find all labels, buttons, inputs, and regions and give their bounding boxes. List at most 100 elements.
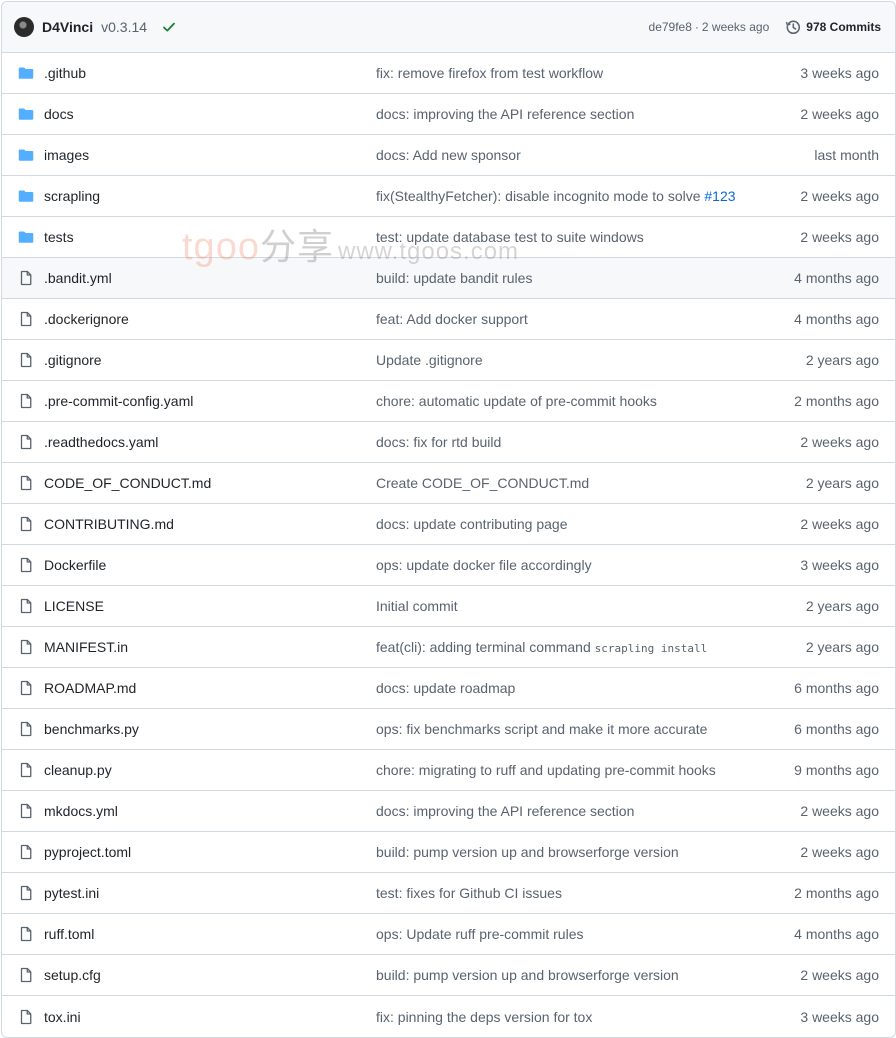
file-row[interactable]: Dockerfile ops: update docker file accord…: [2, 545, 895, 586]
commit-age[interactable]: 6 months ago: [794, 721, 879, 737]
commit-message-link[interactable]: ops: Update ruff pre-commit rules: [376, 926, 794, 942]
commit-message-link[interactable]: chore: migrating to ruff and updating pr…: [376, 762, 794, 778]
file-row[interactable]: CODE_OF_CONDUCT.md Create CODE_OF_CONDUCT…: [2, 463, 895, 504]
file-name-link[interactable]: CONTRIBUTING.md: [44, 516, 376, 532]
commit-age[interactable]: 2 months ago: [794, 885, 879, 901]
commit-age[interactable]: 2 years ago: [806, 639, 879, 655]
commit-message-link[interactable]: build: pump version up and browserforge …: [376, 967, 800, 983]
file-name-link[interactable]: .bandit.yml: [44, 270, 376, 286]
commit-message-link[interactable]: docs: update contributing page: [376, 516, 800, 532]
commit-age[interactable]: 2 weeks ago: [800, 188, 879, 204]
commit-message-link[interactable]: docs: improving the API reference sectio…: [376, 106, 800, 122]
commit-message-link[interactable]: fix: pinning the deps version for tox: [376, 1009, 800, 1025]
commit-message-link[interactable]: fix: remove firefox from test workflow: [376, 65, 800, 81]
commit-message-link[interactable]: Initial commit: [376, 598, 806, 614]
file-name-link[interactable]: scrapling: [44, 188, 376, 204]
file-name-link[interactable]: LICENSE: [44, 598, 376, 614]
file-row[interactable]: setup.cfg build: pump version up and brow…: [2, 955, 895, 996]
file-name-link[interactable]: tests: [44, 229, 376, 245]
commit-age[interactable]: 2 weeks ago: [800, 516, 879, 532]
file-row[interactable]: scrapling fix(StealthyFetcher): disable i…: [2, 176, 895, 217]
file-name-link[interactable]: ruff.toml: [44, 926, 376, 942]
file-row[interactable]: .pre-commit-config.yaml chore: automatic …: [2, 381, 895, 422]
file-row[interactable]: MANIFEST.in feat(cli): adding terminal co…: [2, 627, 895, 668]
file-row[interactable]: .github fix: remove firefox from test wor…: [2, 53, 895, 94]
file-name-link[interactable]: setup.cfg: [44, 967, 376, 983]
file-name-link[interactable]: tox.ini: [44, 1009, 376, 1025]
file-row[interactable]: .gitignore Update .gitignore 2 years ago: [2, 340, 895, 381]
commit-age[interactable]: 2 weeks ago: [800, 229, 879, 245]
commit-message-link[interactable]: feat: Add docker support: [376, 311, 794, 327]
file-row[interactable]: tests test: update database test to suite…: [2, 217, 895, 258]
commit-age[interactable]: last month: [814, 147, 879, 163]
commit-age[interactable]: 2 years ago: [806, 352, 879, 368]
file-name-link[interactable]: .github: [44, 65, 376, 81]
file-row[interactable]: mkdocs.yml docs: improving the API refere…: [2, 791, 895, 832]
file-row[interactable]: pyproject.toml build: pump version up and…: [2, 832, 895, 873]
commit-age[interactable]: 2 weeks ago: [800, 106, 879, 122]
commit-message-link[interactable]: fix(StealthyFetcher): disable incognito …: [376, 188, 800, 204]
file-row[interactable]: images docs: Add new sponsor last month: [2, 135, 895, 176]
commit-message-link[interactable]: ops: fix benchmarks script and make it m…: [376, 721, 794, 737]
commit-message-link[interactable]: test: fixes for Github CI issues: [376, 885, 794, 901]
commit-age[interactable]: 2 weeks ago: [800, 434, 879, 450]
avatar[interactable]: [14, 17, 34, 37]
commit-message-link[interactable]: Create CODE_OF_CONDUCT.md: [376, 475, 806, 491]
commit-age[interactable]: 3 weeks ago: [800, 1009, 879, 1025]
commit-age[interactable]: 2 years ago: [806, 598, 879, 614]
file-row[interactable]: pytest.ini test: fixes for Github CI issu…: [2, 873, 895, 914]
file-name-link[interactable]: CODE_OF_CONDUCT.md: [44, 475, 376, 491]
commit-age[interactable]: 4 months ago: [794, 926, 879, 942]
check-icon[interactable]: [161, 19, 177, 35]
file-row[interactable]: ruff.toml ops: Update ruff pre-commit rul…: [2, 914, 895, 955]
commit-age[interactable]: 2 weeks ago: [800, 803, 879, 819]
commit-age[interactable]: 2 years ago: [806, 475, 879, 491]
commit-message-link[interactable]: chore: automatic update of pre-commit ho…: [376, 393, 794, 409]
file-name-link[interactable]: cleanup.py: [44, 762, 376, 778]
commit-age[interactable]: 2 weeks ago: [800, 967, 879, 983]
file-row[interactable]: tox.ini fix: pinning the deps version for…: [2, 996, 895, 1037]
file-row[interactable]: ROADMAP.md docs: update roadmap 6 months a…: [2, 668, 895, 709]
issue-link[interactable]: #123: [704, 188, 735, 204]
file-row[interactable]: LICENSE Initial commit 2 years ago: [2, 586, 895, 627]
commit-age[interactable]: 2 months ago: [794, 393, 879, 409]
commit-age[interactable]: 2 weeks ago: [800, 844, 879, 860]
commit-message-link[interactable]: v0.3.14: [101, 19, 147, 35]
file-name-link[interactable]: pyproject.toml: [44, 844, 376, 860]
commit-message-link[interactable]: build: update bandit rules: [376, 270, 794, 286]
commit-age[interactable]: 9 months ago: [794, 762, 879, 778]
file-name-link[interactable]: .pre-commit-config.yaml: [44, 393, 376, 409]
commits-link[interactable]: 978 Commits: [785, 19, 881, 35]
file-name-link[interactable]: MANIFEST.in: [44, 639, 376, 655]
file-name-link[interactable]: .readthedocs.yaml: [44, 434, 376, 450]
commit-age[interactable]: 4 months ago: [794, 311, 879, 327]
commit-message-link[interactable]: docs: Add new sponsor: [376, 147, 814, 163]
commit-hash-link[interactable]: de79fe8: [649, 20, 692, 34]
file-row[interactable]: .dockerignore feat: Add docker support 4 m…: [2, 299, 895, 340]
commit-message-link[interactable]: docs: fix for rtd build: [376, 434, 800, 450]
file-row[interactable]: cleanup.py chore: migrating to ruff and u…: [2, 750, 895, 791]
commit-message-link[interactable]: docs: update roadmap: [376, 680, 794, 696]
commit-age[interactable]: 4 months ago: [794, 270, 879, 286]
file-name-link[interactable]: pytest.ini: [44, 885, 376, 901]
commit-message-link[interactable]: build: pump version up and browserforge …: [376, 844, 800, 860]
commit-message-link[interactable]: feat(cli): adding terminal command scrap…: [376, 639, 806, 655]
file-row[interactable]: benchmarks.py ops: fix benchmarks script …: [2, 709, 895, 750]
file-name-link[interactable]: Dockerfile: [44, 557, 376, 573]
file-name-link[interactable]: mkdocs.yml: [44, 803, 376, 819]
commit-message-link[interactable]: ops: update docker file accordingly: [376, 557, 800, 573]
file-name-link[interactable]: images: [44, 147, 376, 163]
commit-message-link[interactable]: test: update database test to suite wind…: [376, 229, 800, 245]
file-row[interactable]: docs docs: improving the API reference se…: [2, 94, 895, 135]
commit-message-link[interactable]: docs: improving the API reference sectio…: [376, 803, 800, 819]
file-name-link[interactable]: .dockerignore: [44, 311, 376, 327]
file-name-link[interactable]: .gitignore: [44, 352, 376, 368]
author-link[interactable]: D4Vinci: [42, 19, 93, 35]
file-row[interactable]: CONTRIBUTING.md docs: update contributing…: [2, 504, 895, 545]
file-row[interactable]: .readthedocs.yaml docs: fix for rtd build…: [2, 422, 895, 463]
file-name-link[interactable]: benchmarks.py: [44, 721, 376, 737]
commit-age[interactable]: 3 weeks ago: [800, 557, 879, 573]
commit-age[interactable]: 3 weeks ago: [800, 65, 879, 81]
file-row[interactable]: .bandit.yml build: update bandit rules 4 m…: [2, 258, 895, 299]
file-name-link[interactable]: ROADMAP.md: [44, 680, 376, 696]
